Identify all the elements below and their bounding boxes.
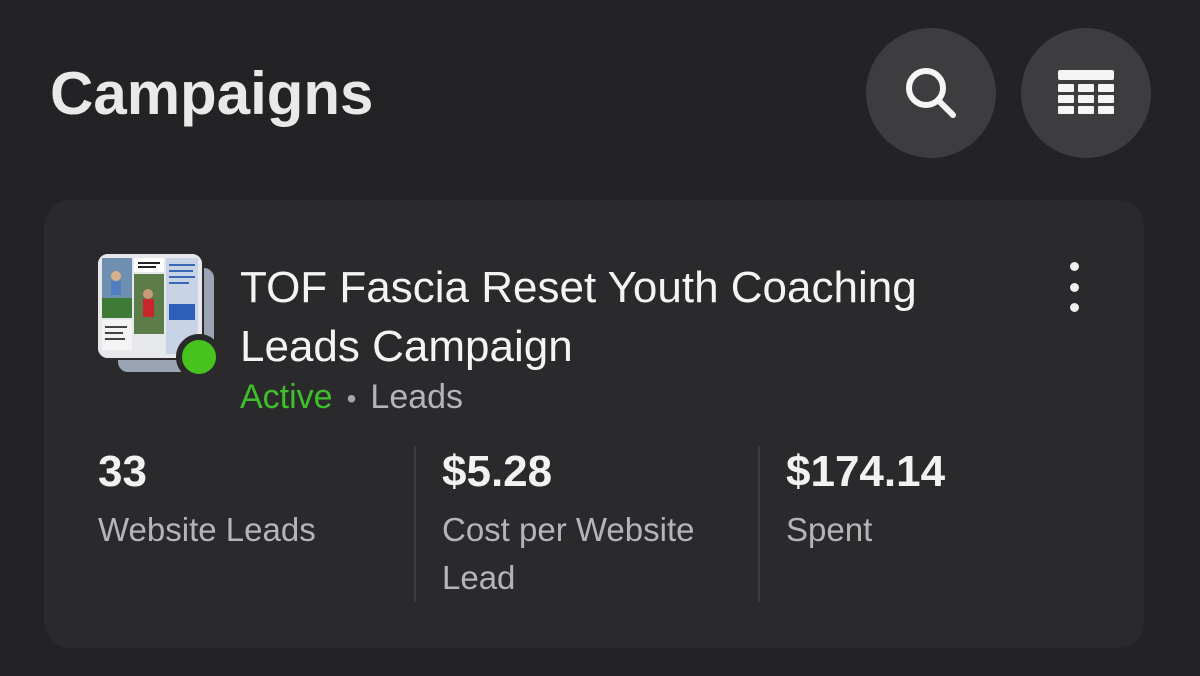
- metric-divider: [414, 446, 416, 602]
- table-view-button[interactable]: [1021, 28, 1151, 158]
- campaign-status-line: Active • Leads: [240, 376, 463, 420]
- metric-cost-per-lead: $5.28 Cost per Website Lead: [442, 444, 742, 602]
- status-separator: •: [346, 383, 357, 414]
- campaign-thumbnail: [96, 252, 222, 380]
- metric-website-leads: 33 Website Leads: [98, 444, 398, 602]
- active-status-dot: [176, 334, 222, 380]
- metric-label: Website Leads: [98, 511, 316, 548]
- more-vertical-icon[interactable]: [1054, 262, 1094, 312]
- metric-spent: $174.14 Spent: [786, 444, 1086, 602]
- metric-label: Spent: [786, 511, 873, 548]
- metric-label: Cost per Website Lead: [442, 511, 695, 596]
- page-title: Campaigns: [50, 60, 374, 127]
- metric-value: $174.14: [786, 447, 946, 496]
- metric-value: 33: [98, 447, 147, 496]
- campaign-name[interactable]: TOF Fascia Reset Youth Coaching Leads Ca…: [240, 258, 1020, 376]
- campaign-card[interactable]: TOF Fascia Reset Youth Coaching Leads Ca…: [44, 200, 1144, 648]
- search-button[interactable]: [866, 28, 996, 158]
- search-icon: [906, 68, 956, 118]
- status-text: Active: [240, 378, 333, 416]
- metric-value: $5.28: [442, 447, 553, 496]
- campaign-objective: Leads: [370, 378, 464, 416]
- metric-divider: [758, 446, 760, 602]
- table-view-icon: [1058, 70, 1114, 114]
- campaigns-screen: Campaigns TOF Fascia Reset Youth Coachin…: [0, 0, 1200, 676]
